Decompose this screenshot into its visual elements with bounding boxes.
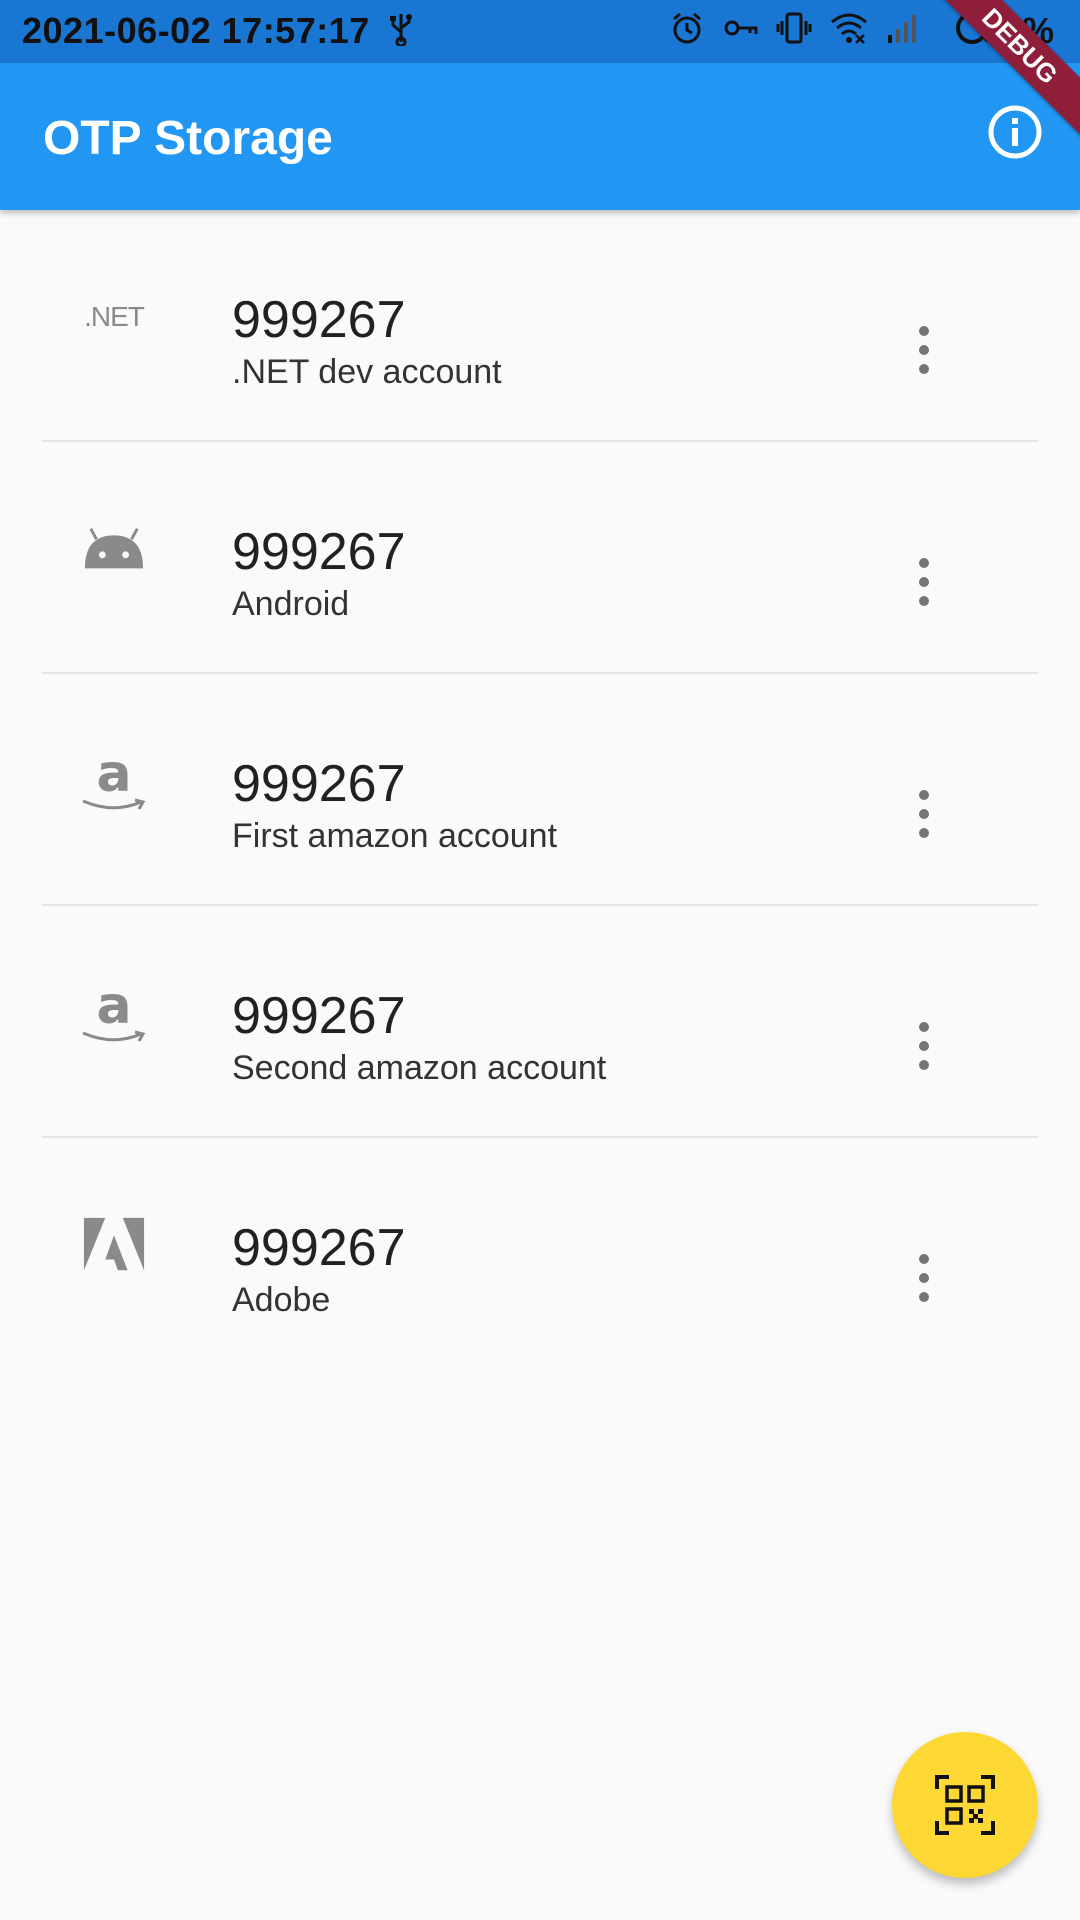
account-name: Android xyxy=(232,585,350,623)
otp-code: 999267 xyxy=(232,755,406,813)
account-name: .NET dev account xyxy=(232,353,502,391)
scan-qr-button[interactable] xyxy=(892,1732,1038,1878)
vibrate-icon xyxy=(776,11,812,50)
info-button[interactable] xyxy=(986,103,1044,161)
status-bar: 2021-06-02 17:57:17 30% xyxy=(0,0,1080,63)
info-icon xyxy=(988,105,1042,159)
android-logo xyxy=(82,517,146,581)
alarm-icon xyxy=(670,11,704,50)
amazon-logo-text: a xyxy=(96,976,132,1036)
app-bar: OTP Storage xyxy=(0,63,1080,210)
account-name: Second amazon account xyxy=(232,1049,607,1087)
page-title: OTP Storage xyxy=(43,112,333,165)
otp-code: 999267 xyxy=(232,987,406,1045)
list-item[interactable]: a 999267 First amazon account xyxy=(42,674,1038,906)
wifi-icon xyxy=(830,11,868,50)
dotnet-logo: .NET xyxy=(82,285,146,349)
more-vert-icon[interactable] xyxy=(906,322,942,378)
otp-code: 999267 xyxy=(232,291,406,349)
more-vert-icon[interactable] xyxy=(906,1018,942,1074)
amazon-logo-text: a xyxy=(96,744,132,804)
more-vert-icon[interactable] xyxy=(906,1250,942,1306)
list-item[interactable]: a 999267 Second amazon account xyxy=(42,906,1038,1138)
status-time: 2021-06-02 17:57:17 xyxy=(22,10,370,51)
vpn-key-icon xyxy=(722,11,758,50)
account-name: Adobe xyxy=(232,1281,331,1319)
list-item[interactable]: 999267 Android xyxy=(42,442,1038,674)
amazon-logo: a xyxy=(82,976,146,1045)
list-item[interactable]: .NET 999267 .NET dev account xyxy=(42,210,1038,442)
account-name: First amazon account xyxy=(232,817,558,855)
amazon-logo: a xyxy=(82,744,146,813)
account-list: .NET 999267 .NET dev account 999267 Andr… xyxy=(0,210,1080,1368)
list-item[interactable]: 999267 Adobe xyxy=(42,1138,1038,1368)
otp-code: 999267 xyxy=(232,1219,406,1277)
otp-code: 999267 xyxy=(232,523,406,581)
usb-icon xyxy=(388,12,414,51)
more-vert-icon[interactable] xyxy=(906,554,942,610)
more-vert-icon[interactable] xyxy=(906,786,942,842)
signal-icon xyxy=(886,11,918,50)
adobe-logo xyxy=(82,1213,146,1277)
dotnet-logo-text: .NET xyxy=(84,301,145,332)
qr-scan-icon xyxy=(935,1775,995,1835)
